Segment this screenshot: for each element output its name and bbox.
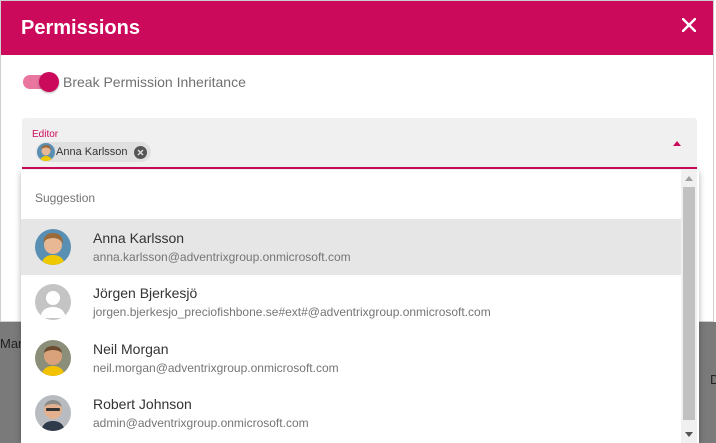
- background-text-left: Mar: [0, 336, 23, 351]
- scroll-down-icon[interactable]: [685, 432, 693, 437]
- suggestion-name: Anna Karlsson: [93, 230, 185, 246]
- close-button[interactable]: [677, 13, 701, 37]
- suggestion-dropdown: Suggestion Anna Karlsson anna.karlsson@a…: [21, 170, 699, 443]
- avatar: [35, 229, 71, 265]
- caret-up-icon[interactable]: [673, 141, 681, 146]
- suggestion-email: admin@adventrixgroup.onmicrosoft.com: [93, 416, 309, 430]
- background-text-right: D: [710, 372, 716, 387]
- break-inheritance-toggle-row: Break Permission Inheritance: [23, 72, 246, 92]
- suggestion-name: Robert Johnson: [93, 396, 192, 412]
- chip-label: Anna Karlsson: [56, 146, 128, 158]
- suggestion-scrollbar[interactable]: [681, 170, 697, 443]
- avatar: [37, 143, 55, 161]
- avatar: [35, 395, 71, 431]
- close-icon: [137, 149, 144, 155]
- suggestion-item[interactable]: Neil Morgan neil.morgan@adventrixgroup.o…: [21, 330, 681, 386]
- suggestion-item[interactable]: Robert Johnson admin@adventrixgroup.onmi…: [21, 385, 681, 441]
- suggestion-email: anna.karlsson@adventrixgroup.onmicrosoft…: [93, 250, 351, 264]
- suggestion-item[interactable]: Jörgen Bjerkesjö jorgen.bjerkesjo_precio…: [21, 274, 681, 330]
- suggestion-name: Neil Morgan: [93, 341, 169, 357]
- suggestion-email: neil.morgan@adventrixgroup.onmicrosoft.c…: [93, 361, 339, 375]
- suggestion-header: Suggestion: [35, 191, 96, 205]
- toggle-knob[interactable]: [39, 72, 59, 92]
- dialog-header: Permissions: [1, 1, 713, 55]
- avatar: [35, 284, 71, 320]
- remove-chip-button[interactable]: [133, 145, 147, 159]
- editor-field-label: Editor: [32, 129, 59, 140]
- scroll-thumb[interactable]: [683, 187, 695, 420]
- toggle-label: Break Permission Inheritance: [63, 74, 246, 90]
- avatar: [35, 340, 71, 376]
- dialog-title: Permissions: [21, 17, 140, 39]
- scroll-up-icon[interactable]: [685, 176, 693, 181]
- editor-people-picker[interactable]: Editor Anna Karlsson: [22, 118, 697, 169]
- suggestion-item[interactable]: Anna Karlsson anna.karlsson@adventrixgro…: [21, 219, 681, 275]
- break-inheritance-toggle[interactable]: [23, 72, 59, 92]
- selected-user-chip[interactable]: Anna Karlsson: [36, 142, 151, 162]
- suggestion-email: jorgen.bjerkesjo_preciofishbone.se#ext#@…: [93, 305, 491, 319]
- close-icon: [682, 18, 696, 32]
- suggestion-name: Jörgen Bjerkesjö: [93, 285, 198, 301]
